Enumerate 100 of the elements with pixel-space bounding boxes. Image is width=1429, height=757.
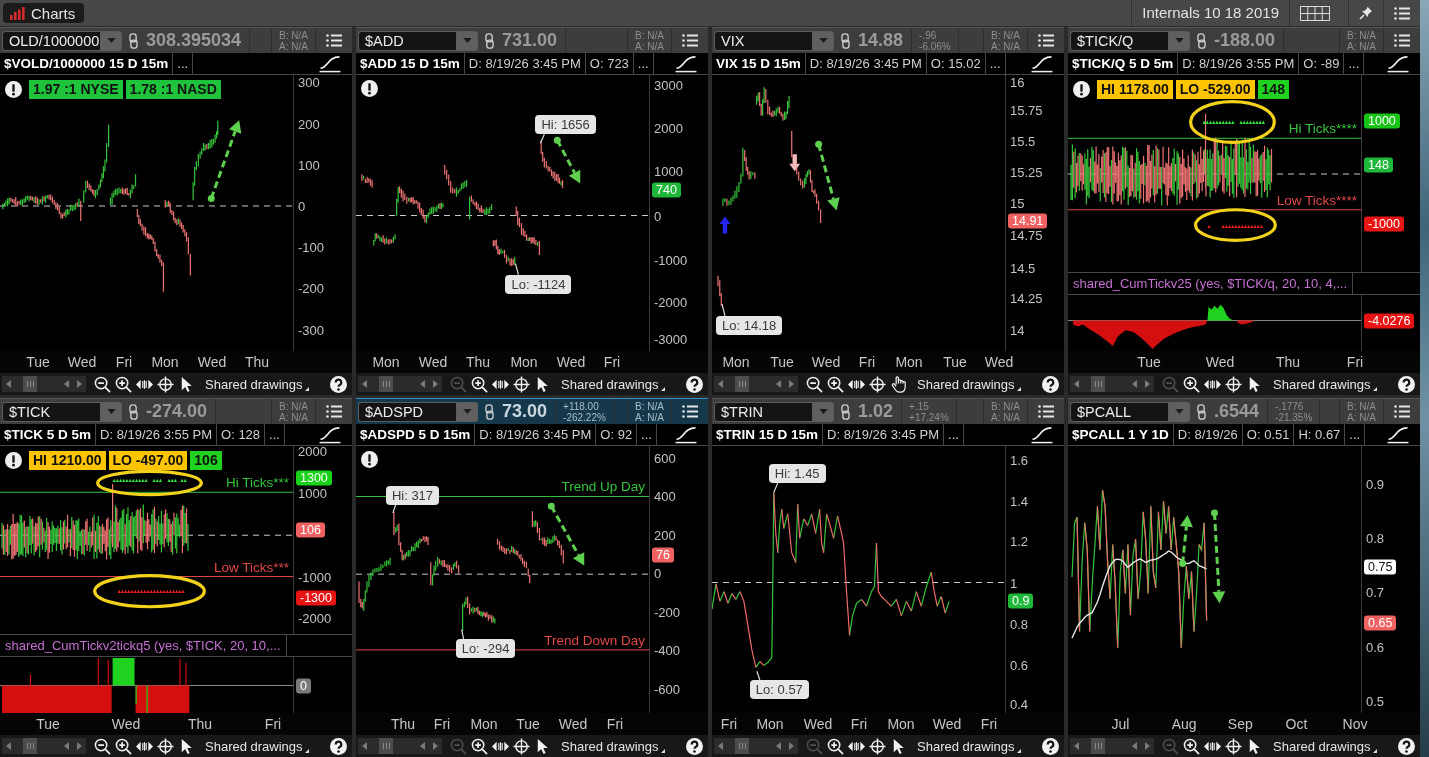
scrollbar[interactable] [358, 376, 442, 392]
scroll-left-icon[interactable] [1074, 742, 1079, 750]
alert-icon[interactable] [361, 451, 378, 468]
crosshair-icon[interactable] [157, 737, 174, 755]
link-icon[interactable] [1197, 403, 1206, 420]
scroll-left-icon[interactable] [1132, 380, 1137, 388]
scroll-thumb[interactable] [23, 376, 37, 392]
dropdown-button[interactable] [100, 401, 122, 422]
scroll-right-icon[interactable] [433, 380, 438, 388]
zoom-out-icon[interactable] [94, 375, 111, 393]
help-icon[interactable] [330, 375, 347, 393]
scrollbar[interactable] [358, 738, 442, 754]
more-button[interactable]: ... [173, 53, 194, 74]
scroll-left-icon[interactable] [718, 380, 723, 388]
symbol-field[interactable]: OLD/1000000 [2, 30, 100, 51]
dropdown-button[interactable] [456, 401, 478, 422]
crosshair-icon[interactable] [157, 375, 174, 393]
help-icon[interactable] [1398, 737, 1415, 755]
shared-drawings-button[interactable]: Shared drawings [557, 376, 666, 392]
crosshair-icon[interactable] [1225, 737, 1242, 755]
dropdown-button[interactable] [1168, 30, 1190, 51]
link-icon[interactable] [1197, 32, 1206, 49]
menu-icon[interactable] [682, 405, 698, 418]
shared-drawings-button[interactable]: Shared drawings [913, 738, 1022, 754]
scroll-left-icon[interactable] [362, 742, 367, 750]
grid-layout-icon[interactable] [1300, 5, 1330, 21]
shared-drawings-button[interactable]: Shared drawings [1269, 376, 1378, 392]
help-icon[interactable] [1042, 375, 1059, 393]
scroll-thumb[interactable] [735, 376, 749, 392]
hand-icon[interactable] [890, 375, 907, 393]
scroll-thumb[interactable] [1091, 738, 1105, 754]
crosshair-icon[interactable] [1225, 375, 1242, 393]
scroll-thumb[interactable] [735, 738, 749, 754]
help-icon[interactable] [686, 375, 703, 393]
curve-icon[interactable] [1386, 54, 1410, 73]
zoom-out-icon[interactable] [94, 737, 111, 755]
symbol-field[interactable]: $ADD [358, 30, 456, 51]
scroll-right-icon[interactable] [77, 742, 82, 750]
scroll-right-icon[interactable] [1145, 742, 1150, 750]
scroll-thumb[interactable] [23, 738, 37, 754]
curve-icon[interactable] [674, 425, 698, 444]
crosshair-icon[interactable] [869, 375, 886, 393]
more-button[interactable]: ... [265, 424, 285, 445]
link-icon[interactable] [129, 403, 138, 420]
scroll-left-icon[interactable] [420, 742, 425, 750]
scroll-left-icon[interactable] [64, 380, 69, 388]
shared-drawings-button[interactable]: Shared drawings [1269, 738, 1378, 754]
zoom-in-icon[interactable] [471, 737, 488, 755]
menu-icon[interactable] [1394, 6, 1410, 20]
dropdown-button[interactable] [456, 30, 478, 51]
zoom-out-icon[interactable] [806, 375, 823, 393]
more-button[interactable]: ... [1344, 53, 1365, 74]
more-button[interactable]: ... [633, 53, 654, 74]
link-icon[interactable] [485, 403, 494, 420]
pin-icon[interactable] [1359, 6, 1373, 20]
scroll-thumb[interactable] [1091, 376, 1105, 392]
scroll-right-icon[interactable] [77, 380, 82, 388]
more-button[interactable]: ... [944, 424, 964, 445]
curve-icon[interactable] [318, 54, 342, 73]
help-icon[interactable] [330, 737, 347, 755]
scroll-right-icon[interactable] [433, 742, 438, 750]
scroll-left-icon[interactable] [6, 380, 11, 388]
curve-icon[interactable] [1030, 54, 1054, 73]
menu-icon[interactable] [1038, 34, 1054, 47]
shared-drawings-button[interactable]: Shared drawings [557, 738, 666, 754]
curve-icon[interactable] [1030, 425, 1054, 444]
crosshair-icon[interactable] [869, 737, 886, 755]
charts-tab[interactable]: Charts [3, 3, 85, 23]
symbol-field[interactable]: $TRIN [714, 401, 812, 422]
scroll-left-icon[interactable] [362, 380, 367, 388]
scroll-left-icon[interactable] [1074, 380, 1079, 388]
link-icon[interactable] [129, 32, 138, 49]
help-icon[interactable] [1042, 737, 1059, 755]
help-icon[interactable] [1398, 375, 1415, 393]
scroll-left-icon[interactable] [420, 380, 425, 388]
crosshair-icon[interactable] [513, 375, 530, 393]
alert-icon[interactable] [1073, 81, 1090, 98]
scrollbar[interactable] [714, 376, 798, 392]
scroll-thumb[interactable] [379, 738, 393, 754]
scrollbar[interactable] [1070, 738, 1154, 754]
link-icon[interactable] [841, 403, 850, 420]
menu-icon[interactable] [1038, 405, 1054, 418]
curve-icon[interactable] [674, 54, 698, 73]
dropdown-button[interactable] [812, 30, 834, 51]
scrollbar[interactable] [714, 738, 798, 754]
scroll-right-icon[interactable] [789, 742, 794, 750]
symbol-field[interactable]: $ADSPD [358, 401, 456, 422]
scrollbar[interactable] [2, 738, 86, 754]
zoom-in-icon[interactable] [827, 737, 844, 755]
zoom-in-icon[interactable] [1183, 375, 1200, 393]
menu-icon[interactable] [326, 34, 342, 47]
zoom-in-icon[interactable] [115, 375, 132, 393]
crosshair-icon[interactable] [513, 737, 530, 755]
alert-icon[interactable] [361, 80, 378, 97]
scroll-left-icon[interactable] [64, 742, 69, 750]
scroll-left-icon[interactable] [776, 380, 781, 388]
scroll-thumb[interactable] [379, 376, 393, 392]
scroll-left-icon[interactable] [718, 742, 723, 750]
shared-drawings-button[interactable]: Shared drawings [913, 376, 1022, 392]
link-icon[interactable] [841, 32, 850, 49]
